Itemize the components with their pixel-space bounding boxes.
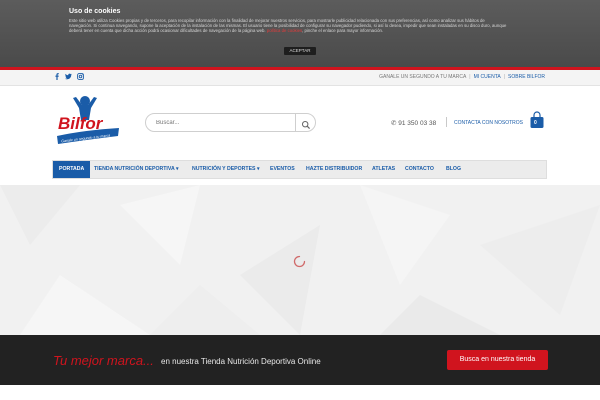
phone-icon: ✆ bbox=[391, 120, 397, 127]
chevron-down-icon: ▾ bbox=[175, 166, 179, 172]
cookie-text-after: , pinche el enlace para mayor informació… bbox=[302, 28, 384, 33]
top-link-about[interactable]: SOBRE BILFOR bbox=[508, 74, 545, 80]
search-input[interactable] bbox=[156, 118, 296, 128]
nav-distribuidor[interactable]: HAZTE DISTRIBUIDOR bbox=[306, 161, 362, 178]
top-links: GANALE UN SEGUNDO A TU MARCA | MI CUENTA | S… bbox=[379, 74, 545, 80]
nav-eventos[interactable]: EVENTOS bbox=[270, 161, 295, 178]
phone-text: 91 350 03 38 bbox=[398, 120, 437, 127]
page-bottom bbox=[0, 385, 600, 400]
nav-blog[interactable]: BLOG bbox=[446, 161, 461, 178]
nav-nutricion[interactable]: NUTRICIÓN Y DEPORTES ▾ bbox=[192, 161, 260, 178]
cookie-accept-button[interactable]: ACEPTAR bbox=[284, 47, 316, 55]
chevron-down-icon: ▾ bbox=[256, 166, 260, 172]
top-link-slogan[interactable]: GANALE UN SEGUNDO A TU MARCA bbox=[379, 74, 466, 80]
cookie-policy-link[interactable]: política de cookies bbox=[267, 28, 302, 33]
search-divider bbox=[295, 114, 296, 131]
nav-contacto[interactable]: CONTACTO bbox=[405, 161, 434, 178]
instagram-icon[interactable] bbox=[77, 73, 84, 82]
nav-tienda-label: TIENDA NUTRICIÓN DEPORTIVA bbox=[94, 166, 175, 172]
bilfor-logo[interactable]: Bilfor Ganale un segundo a tu marca bbox=[55, 92, 121, 152]
contact-link[interactable]: CONTACTA CON NOSOTROS bbox=[454, 120, 523, 126]
promo-text: en nuestra Tienda Nutrición Deportiva On… bbox=[161, 357, 321, 366]
cookie-title: Uso de cookies bbox=[69, 8, 121, 15]
shop-search-button[interactable]: Busca en nuestra tienda bbox=[447, 350, 548, 370]
cookie-text: Este sitio web utiliza Cookies propias y… bbox=[69, 18, 509, 33]
search-box bbox=[145, 113, 316, 132]
nav-tienda[interactable]: TIENDA NUTRICIÓN DEPORTIVA ▾ bbox=[94, 161, 179, 178]
cart-count: 0 bbox=[534, 120, 537, 126]
header-divider bbox=[446, 117, 447, 127]
top-link-account[interactable]: MI CUENTA bbox=[474, 74, 501, 80]
nav-portada[interactable]: PORTADA bbox=[53, 161, 91, 178]
phone-number: ✆ 91 350 03 38 bbox=[391, 119, 436, 127]
facebook-icon[interactable] bbox=[54, 73, 60, 82]
loading-spinner-icon bbox=[293, 255, 306, 268]
twitter-icon[interactable] bbox=[65, 73, 72, 82]
search-icon[interactable] bbox=[301, 117, 311, 130]
cart-icon[interactable] bbox=[529, 111, 545, 129]
promo-accent: Tu mejor marca... bbox=[53, 353, 154, 368]
nav-nutricion-label: NUTRICIÓN Y DEPORTES bbox=[192, 166, 256, 172]
nav-atletas[interactable]: ATLETAS bbox=[372, 161, 395, 178]
